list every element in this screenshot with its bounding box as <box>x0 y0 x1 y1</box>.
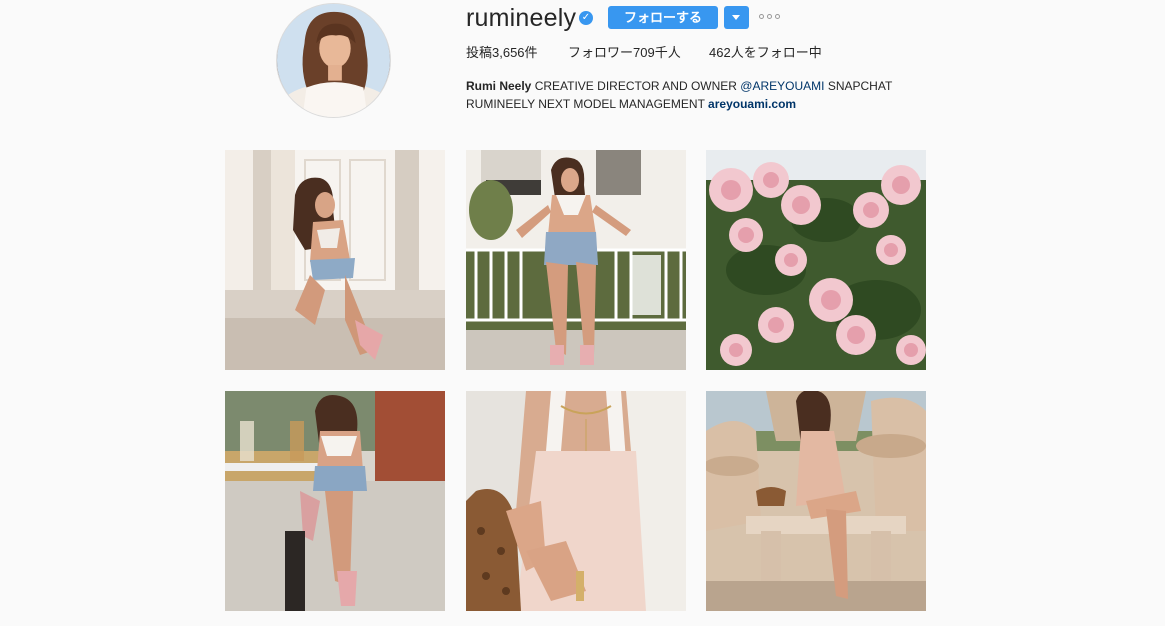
more-options-button[interactable] <box>759 11 781 23</box>
profile-bio: Rumi Neely CREATIVE DIRECTOR AND OWNER @… <box>466 77 906 113</box>
post-thumbnail[interactable] <box>466 391 686 611</box>
post-thumbnail[interactable] <box>706 150 926 370</box>
followers-count[interactable]: フォロワー709千人 <box>568 45 681 61</box>
bio-mention-link[interactable]: @AREYOUAMI <box>740 79 824 93</box>
more-dot-icon <box>775 14 780 19</box>
post-thumbnail[interactable] <box>225 391 445 611</box>
chevron-down-icon <box>732 15 740 20</box>
website-link[interactable]: areyouami.com <box>708 97 796 111</box>
post-image <box>466 391 686 611</box>
post-image <box>466 150 686 370</box>
posts-count: 投稿3,656件 <box>466 45 538 60</box>
post-image <box>225 150 445 370</box>
profile-avatar[interactable] <box>276 3 391 118</box>
verified-badge-icon: ✓ <box>579 11 593 25</box>
post-thumbnail[interactable] <box>466 150 686 370</box>
post-thumbnail[interactable] <box>706 391 926 611</box>
more-dot-icon <box>759 14 764 19</box>
profile-page: rumineely ✓ フォローする 投稿3,656件 フォロワー709千人 4… <box>0 0 1165 626</box>
full-name: Rumi Neely <box>466 79 532 93</box>
post-image <box>225 391 445 611</box>
follow-button[interactable]: フォローする <box>608 6 718 29</box>
bio-text: SNAPCHAT <box>824 79 893 93</box>
more-dot-icon <box>767 14 772 19</box>
post-image <box>706 150 926 370</box>
post-image <box>706 391 926 611</box>
suggestions-dropdown-button[interactable] <box>724 6 749 29</box>
bio-text: CREATIVE DIRECTOR AND OWNER <box>531 79 741 93</box>
avatar-image <box>277 4 390 117</box>
bio-text: RUMINEELY NEXT MODEL MANAGEMENT <box>466 97 709 111</box>
username: rumineely <box>466 4 577 32</box>
following-count[interactable]: 462人をフォロー中 <box>709 45 822 61</box>
post-thumbnail[interactable] <box>225 150 445 370</box>
